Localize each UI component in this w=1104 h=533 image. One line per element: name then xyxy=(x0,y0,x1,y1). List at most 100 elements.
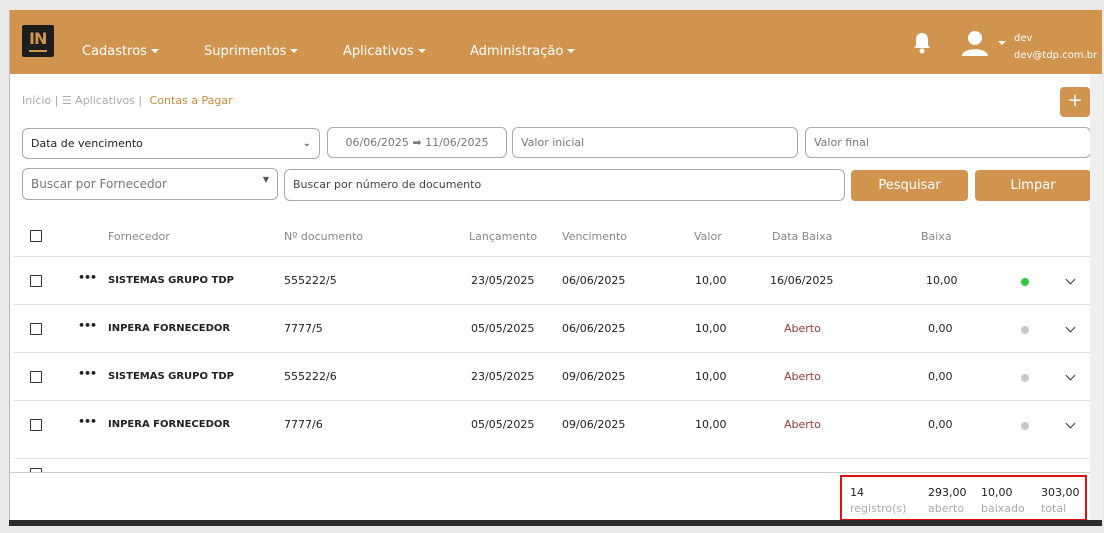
cell-documento: 555222/5 xyxy=(284,274,337,287)
cell-lancamento: 23/05/2025 xyxy=(471,370,535,383)
caret-down-icon xyxy=(417,49,426,53)
status-dot xyxy=(1021,278,1029,286)
status-dot xyxy=(1021,422,1029,430)
cell-fornecedor: INPERA FORNECEDOR xyxy=(108,323,231,334)
cell-data-baixa: Aberto xyxy=(784,370,821,383)
total-count: 14 xyxy=(850,486,864,499)
cell-vencimento: 06/06/2025 xyxy=(562,274,626,287)
menu-suprimentos[interactable]: Suprimentos xyxy=(204,44,299,59)
cell-fornecedor: SISTEMAS GRUPO TDP xyxy=(108,275,234,286)
total-geral-label: total xyxy=(1041,502,1067,515)
header-data-baixa[interactable]: Data Baixa xyxy=(772,230,832,243)
menu-cadastros[interactable]: Cadastros xyxy=(82,44,159,59)
breadcrumb-current: Contas a Pagar xyxy=(149,94,233,107)
app-logo[interactable]: IN xyxy=(22,25,54,57)
chevron-down-icon[interactable] xyxy=(1065,274,1076,285)
cell-valor: 10,00 xyxy=(695,274,727,287)
user-email: dev@tdp.com.br xyxy=(1014,50,1098,61)
cell-valor: 10,00 xyxy=(695,370,727,383)
chevron-down-icon: ⌄ xyxy=(302,138,311,149)
caret-down-icon: ▼ xyxy=(262,175,269,184)
window-bottom-bar xyxy=(9,520,1102,526)
search-button[interactable]: Pesquisar xyxy=(851,170,968,201)
logo-text: IN xyxy=(29,29,47,48)
user-name: dev xyxy=(1014,33,1033,44)
caret-down-icon xyxy=(150,49,159,53)
bell-icon[interactable] xyxy=(913,32,931,54)
row-checkbox[interactable] xyxy=(30,371,42,383)
cell-fornecedor: INPERA FORNECEDOR xyxy=(108,419,231,430)
total-baixado: 10,00 xyxy=(981,486,1013,499)
menu-label: Aplicativos xyxy=(343,44,414,59)
cell-valor: 10,00 xyxy=(695,418,727,431)
cell-fornecedor: SISTEMAS GRUPO TDP xyxy=(108,371,234,382)
documento-placeholder: Buscar por número de documento xyxy=(293,178,482,191)
select-all-checkbox[interactable] xyxy=(30,230,42,242)
fornecedor-search-select[interactable]: Buscar por Fornecedor ▼ xyxy=(22,168,278,200)
user-avatar-icon[interactable] xyxy=(960,30,990,56)
documento-search-input[interactable]: Buscar por número de documento xyxy=(284,169,845,201)
valor-final-placeholder: Valor final xyxy=(814,136,869,149)
date-range-value: 06/06/2025 ➡ 11/06/2025 xyxy=(345,136,489,149)
row-checkbox[interactable] xyxy=(30,419,42,431)
total-aberto: 293,00 xyxy=(928,486,967,499)
valor-inicial-input[interactable]: Valor inicial xyxy=(512,127,798,158)
chevron-down-icon[interactable] xyxy=(1065,418,1076,429)
logo-underline xyxy=(29,50,47,52)
header-documento[interactable]: Nº documento xyxy=(284,230,363,243)
row-checkbox[interactable] xyxy=(30,323,42,335)
breadcrumb-apps[interactable]: ☰ Aplicativos | xyxy=(62,94,142,107)
menu-administracao[interactable]: Administração xyxy=(470,44,576,59)
header-valor[interactable]: Valor xyxy=(694,230,722,243)
cell-lancamento: 05/05/2025 xyxy=(471,418,535,431)
table-row[interactable]: ••• INPERA FORNECEDOR 7777/6 05/05/2025 … xyxy=(14,400,1090,448)
cell-baixa: 0,00 xyxy=(928,322,953,335)
cell-data-baixa: Aberto xyxy=(784,418,821,431)
date-range-input[interactable]: 06/06/2025 ➡ 11/06/2025 xyxy=(327,127,507,158)
cell-vencimento: 09/06/2025 xyxy=(562,418,626,431)
totals-summary: 14 registro(s) 293,00 aberto 10,00 baixa… xyxy=(840,475,1087,521)
cell-data-baixa: Aberto xyxy=(784,322,821,335)
row-actions-icon[interactable]: ••• xyxy=(78,367,97,380)
add-button[interactable]: + xyxy=(1060,87,1090,117)
status-dot xyxy=(1021,326,1029,334)
caret-down-icon xyxy=(290,49,299,53)
row-checkbox[interactable] xyxy=(30,275,42,287)
total-count-label: registro(s) xyxy=(850,502,907,515)
cell-vencimento: 06/06/2025 xyxy=(562,322,626,335)
cell-baixa: 0,00 xyxy=(928,370,953,383)
row-actions-icon[interactable]: ••• xyxy=(78,319,97,332)
cell-documento: 555222/6 xyxy=(284,370,337,383)
header-baixa[interactable]: Baixa xyxy=(921,230,952,243)
total-aberto-label: aberto xyxy=(928,502,965,515)
user-menu-caret-icon[interactable] xyxy=(998,41,1006,45)
cell-baixa: 0,00 xyxy=(928,418,953,431)
table-row[interactable]: ••• INPERA FORNECEDOR 7777/5 05/05/2025 … xyxy=(14,304,1090,352)
date-type-select[interactable]: Data de vencimento ⌄ xyxy=(22,128,320,159)
row-actions-icon[interactable]: ••• xyxy=(78,271,97,284)
cell-baixa: 10,00 xyxy=(926,274,958,287)
menu-label: Administração xyxy=(470,44,564,59)
table-row[interactable]: ••• SISTEMAS GRUPO TDP 555222/6 23/05/20… xyxy=(14,352,1090,400)
chevron-down-icon[interactable] xyxy=(1065,322,1076,333)
table-row[interactable]: ••• SISTEMAS GRUPO TDP 555222/5 23/05/20… xyxy=(14,256,1090,304)
clear-button[interactable]: Limpar xyxy=(975,170,1091,201)
cell-lancamento: 05/05/2025 xyxy=(471,322,535,335)
cell-documento: 7777/6 xyxy=(284,418,323,431)
breadcrumb-home[interactable]: Início | xyxy=(22,94,58,107)
menu-aplicativos[interactable]: Aplicativos xyxy=(343,44,426,59)
fornecedor-placeholder: Buscar por Fornecedor xyxy=(31,177,167,191)
status-dot xyxy=(1021,374,1029,382)
table-row-partial xyxy=(14,458,1090,472)
chevron-down-icon[interactable] xyxy=(1065,370,1076,381)
header-lancamento[interactable]: Lançamento xyxy=(469,230,537,243)
header-fornecedor[interactable]: Fornecedor xyxy=(108,230,170,243)
top-navbar: IN Cadastros Suprimentos Aplicativos Adm… xyxy=(10,10,1102,74)
row-actions-icon[interactable]: ••• xyxy=(78,415,97,428)
vertical-scrollbar[interactable] xyxy=(1090,74,1102,526)
header-vencimento[interactable]: Vencimento xyxy=(562,230,627,243)
breadcrumb: Início | ☰ Aplicativos | Contas a Pagar xyxy=(22,94,233,107)
app-window: IN Cadastros Suprimentos Aplicativos Adm… xyxy=(9,10,1102,526)
total-baixado-label: baixado xyxy=(981,502,1025,515)
valor-final-input[interactable]: Valor final xyxy=(805,127,1091,158)
